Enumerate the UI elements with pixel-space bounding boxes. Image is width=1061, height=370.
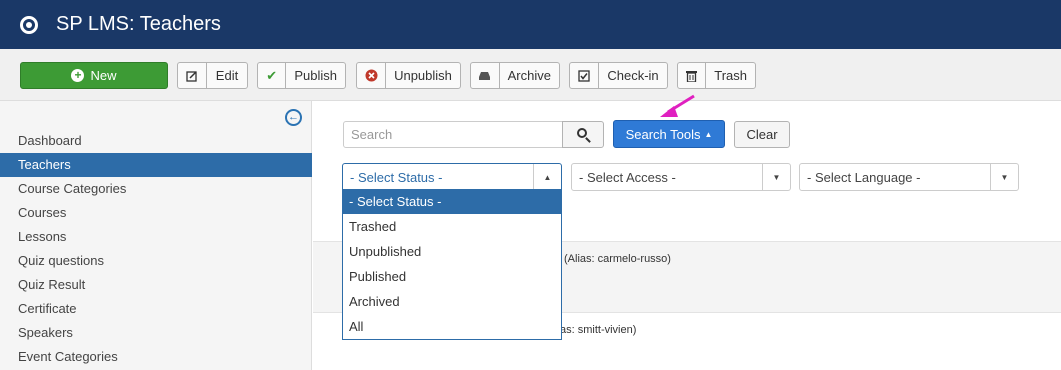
- sidebar-item-quiz-questions[interactable]: Quiz questions: [0, 249, 312, 273]
- plus-icon: +: [71, 69, 85, 82]
- status-option[interactable]: Unpublished: [343, 239, 561, 264]
- trash-icon: [678, 63, 707, 88]
- search-input[interactable]: [343, 121, 563, 148]
- status-dropdown: - Select Status - Trashed Unpublished Publi…: [342, 189, 562, 340]
- clear-button[interactable]: Clear: [734, 121, 790, 148]
- unpublish-button[interactable]: Unpublish: [356, 62, 461, 89]
- status-select-value: - Select Status -: [350, 169, 443, 185]
- sidebar-item-course-categories[interactable]: Course Categories: [0, 177, 312, 201]
- trash-label: Trash: [714, 68, 747, 83]
- checkin-label: Check-in: [607, 68, 659, 83]
- checkin-button[interactable]: Check-in: [569, 62, 668, 89]
- archive-icon: [471, 63, 500, 88]
- search-tools-label: Search Tools: [625, 126, 701, 142]
- collapse-icon[interactable]: ←: [285, 109, 302, 126]
- sidebar-item-dashboard[interactable]: Dashboard: [0, 129, 312, 153]
- edit-icon: [178, 63, 207, 88]
- status-option[interactable]: Published: [343, 264, 561, 289]
- publish-button[interactable]: ✔ Publish: [257, 62, 346, 89]
- page-title: SP LMS: Teachers: [56, 13, 221, 35]
- trash-button[interactable]: Trash: [677, 62, 756, 89]
- unpublish-label: Unpublish: [394, 68, 452, 83]
- sidebar-item-speakers[interactable]: Speakers: [0, 321, 312, 345]
- access-select[interactable]: - Select Access - ▼: [571, 163, 791, 191]
- caret-down-icon: ▼: [762, 164, 790, 190]
- edit-label: Edit: [215, 68, 239, 83]
- edit-button[interactable]: Edit: [177, 62, 248, 89]
- checkin-icon: [570, 63, 599, 88]
- unpublish-icon: [357, 63, 386, 88]
- sidebar-item-certificate[interactable]: Certificate: [0, 297, 312, 321]
- clear-label: Clear: [746, 127, 778, 142]
- new-button-label: New: [90, 68, 117, 83]
- archive-label: Archive: [507, 68, 551, 83]
- caret-up-icon: ▲: [704, 129, 713, 139]
- language-select-value: - Select Language -: [807, 169, 921, 185]
- caret-down-icon: ▼: [990, 164, 1018, 190]
- sidebar-item-lessons[interactable]: Lessons: [0, 225, 312, 249]
- publish-label: Publish: [294, 68, 337, 83]
- app-header: SP LMS: Teachers: [0, 0, 1061, 49]
- status-option[interactable]: Trashed: [343, 214, 561, 239]
- sidebar-item-event-categories[interactable]: Event Categories: [0, 345, 312, 369]
- status-option[interactable]: - Select Status -: [343, 189, 561, 214]
- new-button[interactable]: + New: [20, 62, 168, 89]
- toolbar: + New Edit ✔ Publish Unpublish Archive C…: [0, 49, 1061, 101]
- search-button[interactable]: [562, 121, 604, 148]
- check-icon: ✔: [258, 63, 287, 88]
- search-tools-button[interactable]: Search Tools ▲: [613, 120, 725, 148]
- sidebar: ← Dashboard Teachers Course Categories Cour…: [0, 101, 312, 370]
- annotation-arrow-icon: [660, 94, 695, 117]
- language-select[interactable]: - Select Language - ▼: [799, 163, 1019, 191]
- logo-icon: [20, 15, 38, 34]
- row-alias: as: smitt-vivien): [560, 324, 637, 336]
- sidebar-item-courses[interactable]: Courses: [0, 201, 312, 225]
- search-icon: [576, 128, 587, 138]
- row-alias: (Alias: carmelo-russo): [564, 253, 671, 265]
- status-option[interactable]: Archived: [343, 289, 561, 314]
- status-select[interactable]: - Select Status - ▲: [342, 163, 562, 191]
- caret-up-icon: ▲: [533, 164, 561, 190]
- status-option[interactable]: All: [343, 314, 561, 339]
- sidebar-item-teachers[interactable]: Teachers: [0, 153, 312, 177]
- access-select-value: - Select Access -: [579, 169, 676, 185]
- sidebar-item-quiz-result[interactable]: Quiz Result: [0, 273, 312, 297]
- archive-button[interactable]: Archive: [470, 62, 560, 89]
